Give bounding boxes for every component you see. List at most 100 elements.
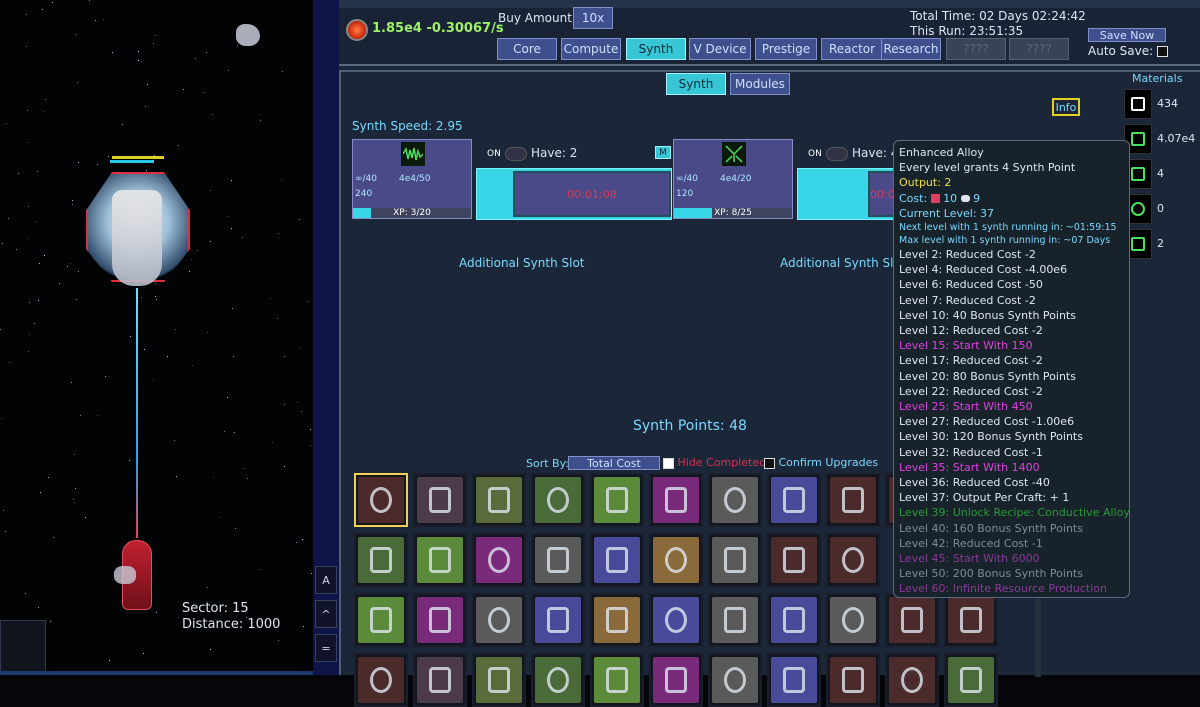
star xyxy=(204,92,205,93)
upgrade-icon xyxy=(476,537,522,583)
tooltip-level-line: Level 17: Reduced Cost -2 xyxy=(899,353,1124,368)
upgrade-tile[interactable] xyxy=(767,653,821,707)
upgrade-tile[interactable] xyxy=(708,653,762,707)
sort-by-select[interactable]: Total Cost xyxy=(568,456,660,470)
upgrade-glyph xyxy=(783,607,805,633)
orb-icon-glyph xyxy=(1131,202,1145,216)
star xyxy=(103,19,104,20)
info-button[interactable]: Info xyxy=(1052,98,1080,116)
upgrade-tile[interactable] xyxy=(944,653,998,707)
upgrade-tile[interactable] xyxy=(354,593,408,647)
upgrade-tile[interactable] xyxy=(649,533,703,587)
upgrade-tile[interactable] xyxy=(590,533,644,587)
upgrade-tile[interactable] xyxy=(472,593,526,647)
save-now-button[interactable]: Save Now xyxy=(1088,28,1166,42)
auto-button[interactable]: A xyxy=(315,566,337,594)
confirm-upgrades-checkbox[interactable] xyxy=(764,458,775,469)
tab-locked-8[interactable]: ???? xyxy=(1009,38,1069,60)
upgrade-tile[interactable] xyxy=(472,653,526,707)
card-1-toggle[interactable]: ON xyxy=(487,146,531,162)
upgrade-tile[interactable] xyxy=(590,473,644,527)
card-2-stat-right: 4e4/20 xyxy=(720,174,751,184)
star xyxy=(1,418,2,419)
upgrade-tile[interactable] xyxy=(354,653,408,707)
weapon-slot-icon[interactable] xyxy=(0,620,46,675)
upgrade-glyph xyxy=(370,667,392,693)
upgrade-tile[interactable] xyxy=(944,593,998,647)
upgrade-tile[interactable] xyxy=(767,533,821,587)
upgrade-tile[interactable] xyxy=(649,473,703,527)
tab-prestige[interactable]: Prestige xyxy=(755,38,817,60)
upgrade-tile[interactable] xyxy=(531,473,585,527)
upgrade-tile[interactable] xyxy=(885,653,939,707)
upgrade-tile[interactable] xyxy=(826,473,880,527)
upgrade-tile[interactable] xyxy=(826,533,880,587)
buy-amount-button[interactable]: 10x xyxy=(573,7,613,29)
upgrade-icon xyxy=(535,597,581,643)
upgrade-tile[interactable] xyxy=(413,533,467,587)
menu-button[interactable]: = xyxy=(315,634,337,662)
upgrade-icon xyxy=(358,477,404,523)
upgrade-tile[interactable] xyxy=(531,593,585,647)
upgrade-tile[interactable] xyxy=(531,533,585,587)
star xyxy=(71,382,72,383)
upgrade-glyph xyxy=(960,667,982,693)
star xyxy=(129,460,130,461)
upgrade-tile[interactable] xyxy=(649,653,703,707)
upgrade-tile[interactable] xyxy=(413,473,467,527)
upgrade-tile[interactable] xyxy=(708,473,762,527)
upgrade-tile[interactable] xyxy=(590,653,644,707)
tab-modules[interactable]: Modules xyxy=(730,73,790,95)
star xyxy=(3,510,4,511)
upgrade-tile[interactable] xyxy=(472,473,526,527)
additional-slot-1[interactable]: Additional Synth Slot xyxy=(459,256,585,270)
star xyxy=(247,478,248,479)
upgrade-tile[interactable] xyxy=(767,473,821,527)
hide-completed-checkbox[interactable] xyxy=(663,458,674,469)
upgrade-tile[interactable] xyxy=(472,533,526,587)
card-2-toggle[interactable]: ON xyxy=(808,146,852,162)
tab-synth[interactable]: Synth xyxy=(626,38,686,60)
tab-compute[interactable]: Compute xyxy=(561,38,621,60)
tab-synth-sub[interactable]: Synth xyxy=(666,73,726,95)
tab-research[interactable]: Research xyxy=(881,38,941,60)
star xyxy=(2,243,3,244)
additional-slot-2[interactable]: Additional Synth Slot xyxy=(780,256,906,270)
tab-vdevice[interactable]: V Device xyxy=(689,38,751,60)
synth-card-2[interactable]: ∞/40 4e4/20 120 XP: 8/25 xyxy=(673,139,793,219)
upgrade-tile[interactable] xyxy=(885,593,939,647)
star xyxy=(16,249,17,250)
tab-locked-7[interactable]: ???? xyxy=(946,38,1006,60)
upgrade-tile[interactable] xyxy=(708,533,762,587)
upgrade-tile[interactable] xyxy=(413,593,467,647)
card-1-m-badge[interactable]: M xyxy=(655,146,671,159)
upgrade-tile[interactable] xyxy=(826,593,880,647)
upgrade-tile[interactable] xyxy=(649,593,703,647)
synth-card-1[interactable]: ∞/40 4e4/50 240 XP: 3/20 xyxy=(352,139,472,219)
asteroid xyxy=(236,24,260,46)
upgrade-tile[interactable] xyxy=(531,653,585,707)
star xyxy=(122,124,123,125)
tooltip-level-line: Level 7: Reduced Cost -2 xyxy=(899,293,1124,308)
upgrade-tile[interactable] xyxy=(826,653,880,707)
star xyxy=(175,329,176,330)
up-button[interactable]: ^ xyxy=(315,600,337,628)
auto-save-checkbox[interactable] xyxy=(1157,46,1168,57)
tab-reactor[interactable]: Reactor xyxy=(821,38,883,60)
upgrade-tile[interactable] xyxy=(767,593,821,647)
star xyxy=(278,640,279,641)
upgrade-tile[interactable] xyxy=(354,473,408,527)
upgrade-glyph xyxy=(783,487,805,513)
upgrade-tile[interactable] xyxy=(354,533,408,587)
star xyxy=(38,607,39,608)
upgrade-tile[interactable] xyxy=(413,653,467,707)
star xyxy=(50,621,51,622)
card-1-timer: 00:01:08 xyxy=(513,171,671,217)
upgrade-glyph xyxy=(665,667,687,693)
tab-core[interactable]: Core xyxy=(497,38,557,60)
star xyxy=(29,334,30,335)
upgrade-icon xyxy=(830,657,876,703)
star xyxy=(8,218,9,219)
upgrade-tile[interactable] xyxy=(708,593,762,647)
upgrade-tile[interactable] xyxy=(590,593,644,647)
